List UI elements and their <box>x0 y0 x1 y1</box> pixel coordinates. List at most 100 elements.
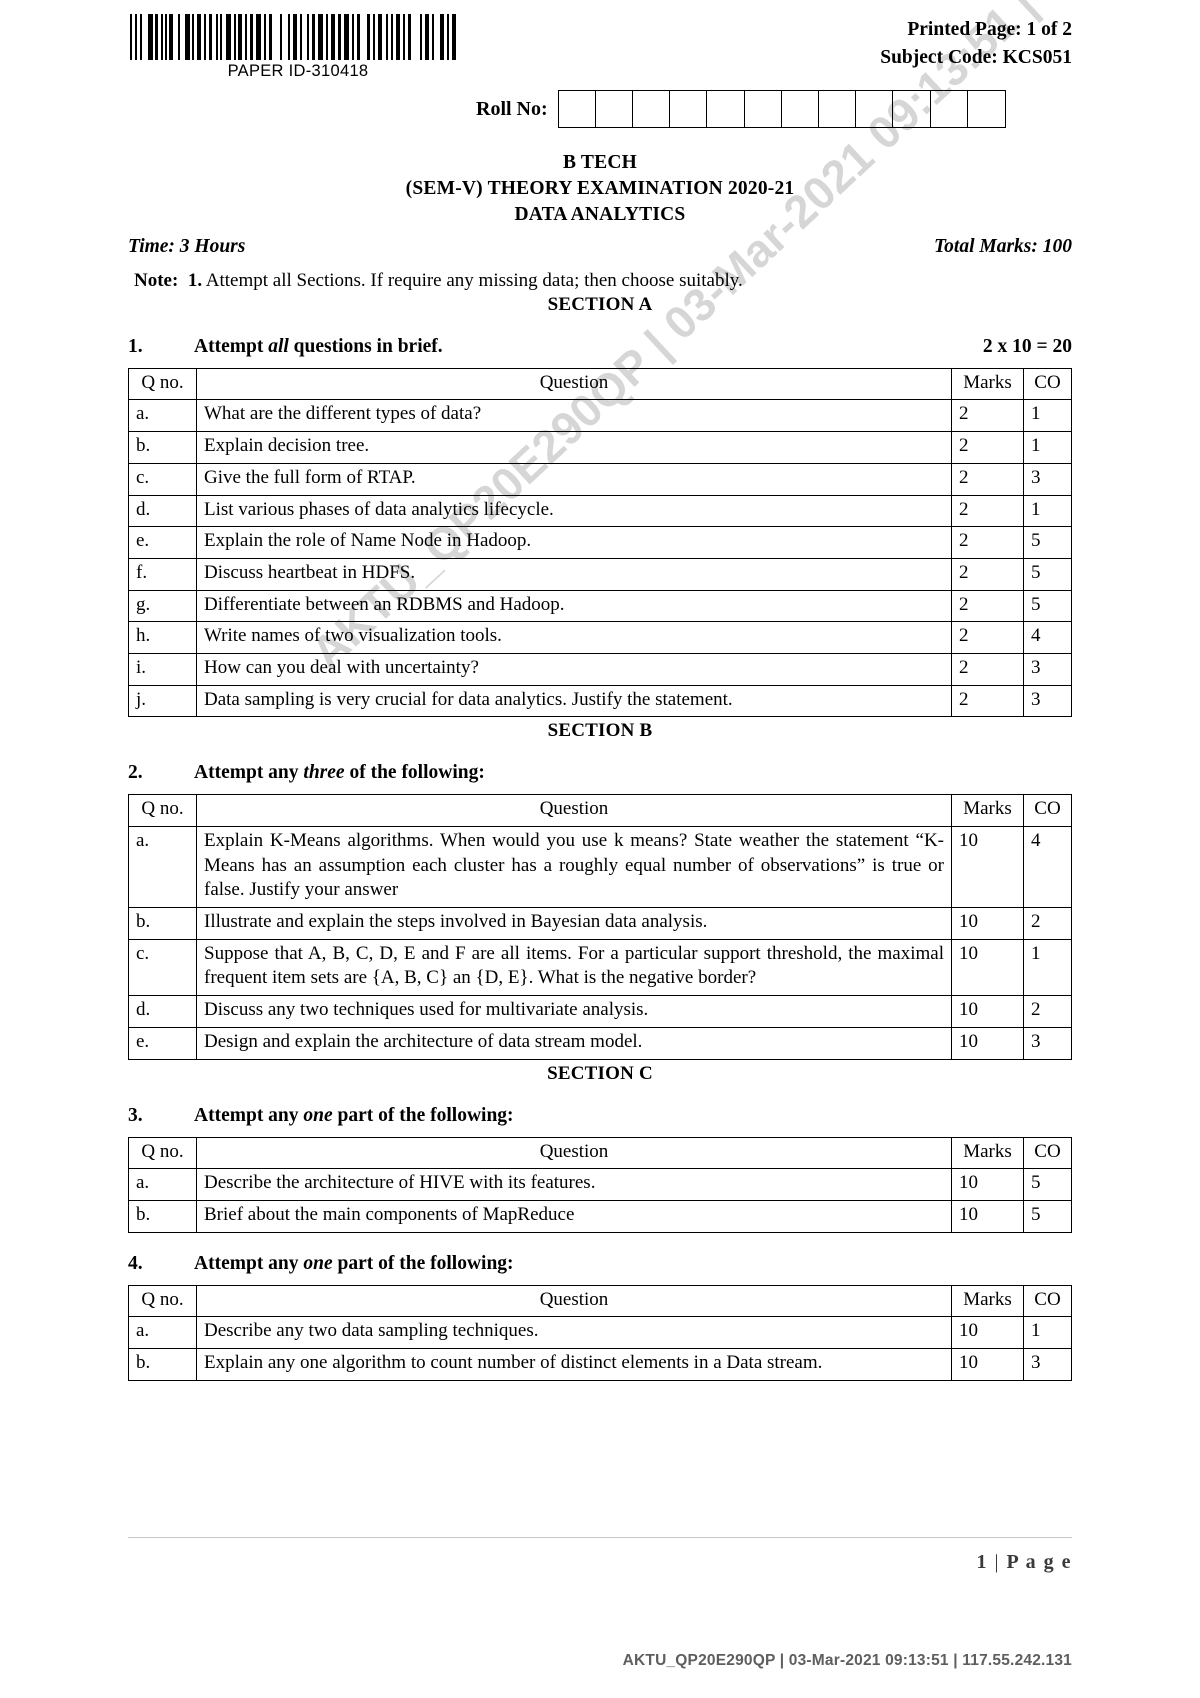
cell-marks: 2 <box>951 431 1024 464</box>
table-row: c. Give the full form of RTAP. 2 3 <box>128 462 1072 496</box>
cell-co: 5 <box>1023 557 1072 591</box>
question-3-prompt: 3. Attempt any one part of the following… <box>128 1105 1072 1127</box>
cell-qno: d. <box>128 995 197 1028</box>
cell-question: Explain decision tree. <box>196 431 952 464</box>
col-question: Question <box>196 367 952 401</box>
question-2-number: 2. <box>128 762 143 784</box>
roll-number-cell[interactable] <box>968 91 1005 127</box>
cell-marks: 2 <box>951 494 1024 528</box>
cell-marks: 2 <box>951 684 1024 718</box>
time-marks-row: Time: 3 Hours Total Marks: 100 <box>128 236 1072 258</box>
roll-number-cell[interactable] <box>707 91 745 127</box>
cell-question: Explain the role of Name Node in Hadoop. <box>196 526 952 559</box>
page-number-separator: | <box>994 1551 1000 1573</box>
page-number-footer: 1 | P a g e <box>976 1551 1072 1574</box>
roll-number-cell[interactable] <box>819 91 857 127</box>
cell-qno: a. <box>128 826 197 909</box>
roll-number-cell[interactable] <box>856 91 894 127</box>
total-marks-label: Total Marks: 100 <box>934 235 1072 257</box>
roll-number-cell[interactable] <box>670 91 708 127</box>
cell-qno: g. <box>128 589 197 623</box>
cell-co: 1 <box>1023 399 1072 433</box>
exam-title: (SEM-V) THEORY EXAMINATION 2020-21 <box>405 177 795 199</box>
question-4-table: Q no. Question Marks CO a. Describe any t… <box>128 1284 1072 1381</box>
table-row: c. Suppose that A, B, C, D, E and F are a… <box>128 938 1072 997</box>
col-marks: Marks <box>951 367 1024 401</box>
cell-marks: 2 <box>951 462 1024 496</box>
roll-number-cell[interactable] <box>745 91 782 127</box>
cell-co: 5 <box>1023 589 1072 623</box>
barcode-image <box>130 14 456 60</box>
section-a-heading: SECTION A <box>547 293 653 315</box>
cell-qno: f. <box>128 557 197 591</box>
cell-co: 1 <box>1023 494 1072 528</box>
cell-co: 5 <box>1023 526 1072 559</box>
note-text: Attempt all Sections. If require any mis… <box>205 269 743 291</box>
cell-co: 3 <box>1023 1026 1072 1060</box>
question-1-instruction: Attempt all questions in brief. <box>194 335 443 357</box>
roll-number-cell[interactable] <box>559 91 596 127</box>
cell-co: 3 <box>1023 652 1072 686</box>
exam-title-block: B TECH (SEM-V) THEORY EXAMINATION 2020-2… <box>128 150 1072 228</box>
cell-marks: 2 <box>951 526 1024 559</box>
cell-question: Design and explain the architecture of d… <box>196 1026 952 1060</box>
cell-qno: d. <box>128 494 197 528</box>
col-question: Question <box>196 1136 952 1170</box>
col-qno: Q no. <box>128 367 197 401</box>
table-row: f. Discuss heartbeat in HDFS. 2 5 <box>128 557 1072 591</box>
col-qno: Q no. <box>128 1136 197 1170</box>
cell-question: Describe any two data sampling technique… <box>196 1316 952 1349</box>
table-header-row: Q no. Question Marks CO <box>128 794 1072 828</box>
cell-co: 4 <box>1023 826 1072 909</box>
cell-qno: i. <box>128 652 197 686</box>
table-row: e. Design and explain the architecture of… <box>128 1026 1072 1060</box>
cell-marks: 10 <box>951 938 1024 997</box>
cell-co: 1 <box>1023 1316 1072 1349</box>
cell-marks: 2 <box>951 652 1024 686</box>
cell-question: What are the different types of data? <box>196 399 952 433</box>
roll-number-cell[interactable] <box>893 91 931 127</box>
cell-qno: b. <box>128 431 197 464</box>
question-4-instruction: Attempt any one part of the following: <box>194 1252 514 1274</box>
roll-number-cell[interactable] <box>596 91 634 127</box>
cell-qno: b. <box>128 1199 197 1233</box>
paper-id-label: PAPER ID-310418 <box>227 62 369 80</box>
cell-co: 1 <box>1023 938 1072 997</box>
table-row: d. List various phases of data analytics … <box>128 494 1072 528</box>
col-co: CO <box>1023 1136 1072 1170</box>
col-marks: Marks <box>951 1284 1024 1318</box>
exam-paper-page: AKTU_QP20E290QP | 03-Mar-2021 09:13:51 |… <box>0 0 1200 1698</box>
roll-number-cell[interactable] <box>633 91 671 127</box>
note-row: Note: 1. Attempt all Sections. If requir… <box>128 270 1072 292</box>
table-header-row: Q no. Question Marks CO <box>128 367 1072 401</box>
cell-question: Explain K-Means algorithms. When would y… <box>196 826 952 909</box>
roll-number-cell[interactable] <box>782 91 819 127</box>
cell-co: 5 <box>1023 1199 1072 1233</box>
cell-qno: a. <box>128 1168 197 1201</box>
printed-page-block: Printed Page: 1 of 2 Subject Code: KCS05… <box>880 14 1072 71</box>
cell-co: 2 <box>1023 907 1072 940</box>
section-c-heading: SECTION C <box>547 1062 653 1084</box>
col-co: CO <box>1023 367 1072 401</box>
cell-question: Describe the architecture of HIVE with i… <box>196 1168 952 1201</box>
roll-number-input-boxes[interactable] <box>557 90 1006 128</box>
cell-question: Discuss any two techniques used for mult… <box>196 995 952 1028</box>
cell-co: 2 <box>1023 995 1072 1028</box>
cell-marks: 10 <box>951 826 1024 909</box>
cell-question: Illustrate and explain the steps involve… <box>196 907 952 940</box>
cell-qno: h. <box>128 621 197 654</box>
cell-question: List various phases of data analytics li… <box>196 494 952 528</box>
cell-qno: a. <box>128 1316 197 1349</box>
cell-qno: e. <box>128 526 197 559</box>
table-row: a. Explain K-Means algorithms. When would… <box>128 826 1072 909</box>
cell-marks: 10 <box>951 1168 1024 1201</box>
roll-number-row: Roll No: <box>128 90 1072 128</box>
question-1-prompt: 1. Attempt all questions in brief. 2 x 1… <box>128 336 1072 358</box>
subject-code-label: Subject Code: KCS051 <box>880 46 1072 68</box>
cell-marks: 2 <box>951 557 1024 591</box>
cell-co: 3 <box>1023 1347 1072 1381</box>
table-row: b. Explain decision tree. 2 1 <box>128 431 1072 464</box>
question-1-number: 1. <box>128 335 143 357</box>
roll-number-cell[interactable] <box>931 91 968 127</box>
cell-co: 4 <box>1023 621 1072 654</box>
